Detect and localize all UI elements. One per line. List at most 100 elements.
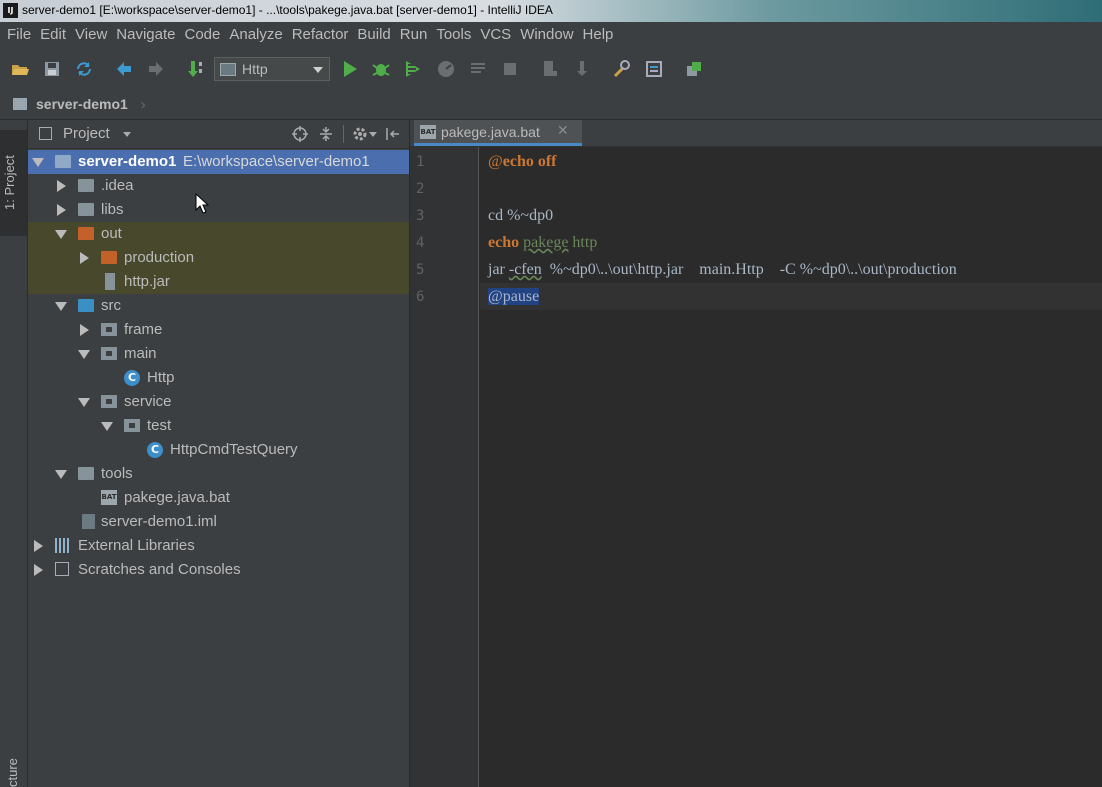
tree-item-test[interactable]: test: [28, 414, 409, 438]
tree-item-tools[interactable]: tools: [28, 462, 409, 486]
folder-icon: [78, 179, 94, 192]
menu-tools[interactable]: Tools: [432, 26, 475, 43]
sdk-icon[interactable]: [572, 59, 592, 79]
tree-item-idea[interactable]: .idea: [28, 174, 409, 198]
chevron-down-icon[interactable]: [369, 132, 377, 137]
vcs-icon[interactable]: [684, 59, 704, 79]
tree-item-production[interactable]: production: [28, 246, 409, 270]
stop-icon[interactable]: [500, 59, 520, 79]
chevron-down-icon[interactable]: [32, 158, 44, 167]
open-folder-icon[interactable]: [10, 59, 30, 79]
menu-run[interactable]: Run: [396, 26, 432, 43]
tree-item-src[interactable]: src: [28, 294, 409, 318]
hide-panel-icon[interactable]: [385, 126, 401, 142]
tree-item-server-demo1-iml[interactable]: server-demo1.iml: [28, 510, 409, 534]
bat-file-icon: BAT: [420, 125, 436, 139]
title-bar: IJ server-demo1 [E:\workspace\server-dem…: [0, 0, 1102, 22]
close-icon[interactable]: ✕: [557, 123, 569, 139]
menu-window[interactable]: Window: [516, 26, 577, 43]
tree-item-http-jar[interactable]: http.jar: [28, 270, 409, 294]
folder-icon: [78, 203, 94, 216]
chevron-down-icon[interactable]: [78, 398, 90, 407]
chevron-down-icon[interactable]: [55, 230, 67, 239]
libraries-icon: [55, 538, 71, 553]
tree-item-frame[interactable]: frame: [28, 318, 409, 342]
code-line-3: cd %~dp0: [488, 207, 554, 224]
project-tool-tab[interactable]: 1: Project: [0, 130, 27, 236]
forward-icon[interactable]: [146, 59, 166, 79]
back-icon[interactable]: [114, 59, 134, 79]
build-artifacts-icon[interactable]: [468, 59, 488, 79]
tree-item-main[interactable]: main: [28, 342, 409, 366]
tree-item-out[interactable]: out: [28, 222, 409, 246]
tree-item-pakege-java-bat[interactable]: BAT pakege.java.bat: [28, 486, 409, 510]
menu-edit[interactable]: Edit: [36, 26, 70, 43]
chevron-right-icon[interactable]: [57, 180, 66, 192]
coverage-icon[interactable]: [403, 59, 423, 79]
editor-gutter: 1 2 3 4 5 6: [410, 147, 479, 787]
menu-code[interactable]: Code: [180, 26, 224, 43]
chevron-right-icon[interactable]: [57, 204, 66, 216]
tree-item-external-libraries[interactable]: External Libraries: [28, 534, 409, 558]
selected-text: @pause: [488, 288, 540, 305]
tree-item-httpcmdtestquery[interactable]: C HttpCmdTestQuery: [28, 438, 409, 462]
tree-item-http[interactable]: C Http: [28, 366, 409, 390]
bat-file-icon: BAT: [101, 490, 117, 505]
project-panel-header: Project: [28, 120, 409, 149]
tree-item-label: server-demo1.iml: [101, 513, 217, 530]
locate-icon[interactable]: [292, 126, 308, 142]
gear-icon[interactable]: [352, 126, 368, 142]
profile-icon[interactable]: [436, 59, 456, 79]
debug-icon[interactable]: [371, 59, 391, 79]
tree-item-server-demo1[interactable]: server-demo1 E:\workspace\server-demo1: [28, 150, 409, 174]
module-folder-icon: [55, 155, 71, 168]
collapse-all-icon[interactable]: [318, 126, 334, 142]
menu-analyze[interactable]: Analyze: [225, 26, 286, 43]
sync-icon[interactable]: [74, 59, 94, 79]
run-icon[interactable]: [340, 59, 360, 79]
chevron-down-icon[interactable]: [55, 302, 67, 311]
menu-file[interactable]: File: [3, 26, 35, 43]
tree-item-label: frame: [124, 321, 163, 338]
code-token: %~dp0\..\out\http.jar main.Http -C %~dp0…: [541, 261, 957, 278]
breadcrumb-project[interactable]: server-demo1: [36, 96, 128, 112]
tree-item-label: libs: [101, 201, 124, 218]
chevron-down-icon[interactable]: [101, 422, 113, 431]
chevron-right-icon[interactable]: [34, 564, 43, 576]
chevron-down-icon[interactable]: [78, 350, 90, 359]
tree-item-libs[interactable]: libs: [28, 198, 409, 222]
tree-item-service[interactable]: service: [28, 390, 409, 414]
tree-item-label: production: [124, 249, 195, 266]
tree-item-label: main: [124, 345, 157, 362]
build-icon[interactable]: [186, 59, 206, 79]
menu-help[interactable]: Help: [579, 26, 618, 43]
project-tree: server-demo1 E:\workspace\server-demo1 .…: [28, 149, 409, 787]
project-structure-icon[interactable]: [540, 59, 560, 79]
menu-build[interactable]: Build: [353, 26, 394, 43]
chevron-right-icon[interactable]: [80, 324, 89, 336]
tree-item-label: Scratches and Consoles: [78, 561, 241, 578]
chevron-down-icon[interactable]: [123, 132, 131, 137]
run-config-selector[interactable]: Http: [214, 57, 330, 81]
tree-item-label: http.jar: [124, 273, 170, 290]
structure-tool-tab[interactable]: cture: [5, 758, 20, 787]
line-number: 3: [416, 208, 425, 224]
editor-tabs: BAT pakege.java.bat ✕: [410, 120, 1102, 147]
project-view-selector[interactable]: Project: [63, 125, 110, 142]
chevron-right-icon[interactable]: [34, 540, 43, 552]
tree-item-scratches[interactable]: Scratches and Consoles: [28, 558, 409, 582]
chevron-right-icon[interactable]: [80, 252, 89, 264]
chevron-down-icon[interactable]: [55, 470, 67, 479]
menu-vcs[interactable]: VCS: [476, 26, 515, 43]
tree-item-label: .idea: [101, 177, 134, 194]
excluded-folder-icon: [101, 251, 117, 264]
package-icon: [101, 395, 117, 408]
code-editor[interactable]: @echo off cd %~dp0 echo pakege http jar …: [480, 147, 1102, 787]
editor-tab-pakege-java-bat[interactable]: BAT pakege.java.bat ✕: [414, 120, 582, 146]
structure-icon[interactable]: [644, 59, 664, 79]
settings-icon[interactable]: [612, 59, 632, 79]
menu-refactor[interactable]: Refactor: [288, 26, 353, 43]
menu-navigate[interactable]: Navigate: [112, 26, 179, 43]
menu-view[interactable]: View: [71, 26, 111, 43]
save-all-icon[interactable]: [42, 59, 62, 79]
